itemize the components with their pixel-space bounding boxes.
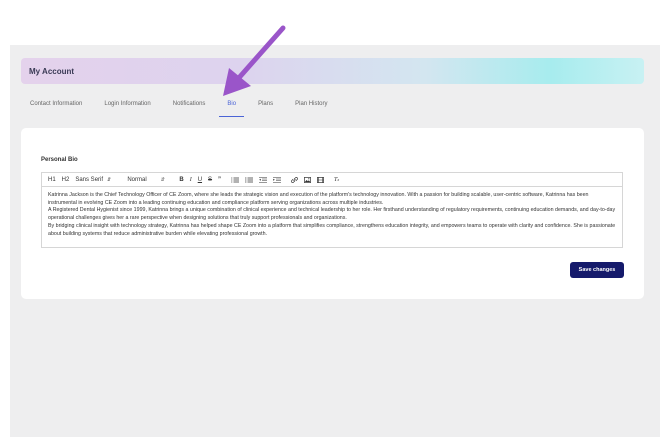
heading-1-button[interactable]: H1 <box>48 177 56 183</box>
bold-icon[interactable]: B <box>179 177 183 183</box>
bio-paragraph: A Registered Dental Hygienist since 1999… <box>48 207 616 222</box>
bullet-list-icon[interactable] <box>245 177 254 183</box>
bio-card: Personal Bio H1 H2 Sans Serif ⇵ Normal ⇵ B… <box>21 128 644 299</box>
chevron-up-down-icon: ⇵ <box>107 176 112 183</box>
indent-decrease-icon[interactable] <box>259 176 268 183</box>
account-tabs: Contact Information Login Information No… <box>30 99 349 119</box>
rich-text-editor: H1 H2 Sans Serif ⇵ Normal ⇵ B I U S ” T … <box>41 172 623 248</box>
strikethrough-icon[interactable]: S <box>208 177 212 183</box>
tab-login-information[interactable]: Login Information <box>104 99 150 117</box>
font-select[interactable]: Sans Serif ⇵ <box>75 177 127 183</box>
h1-label: H1 <box>48 176 56 183</box>
section-label: Personal Bio <box>41 157 78 163</box>
tab-plans[interactable]: Plans <box>258 99 273 117</box>
chevron-up-down-icon: ⇵ <box>160 176 165 183</box>
video-icon[interactable] <box>317 176 324 183</box>
save-changes-button[interactable]: Save changes <box>570 262 624 278</box>
h2-label: H2 <box>61 176 70 183</box>
tab-contact-information[interactable]: Contact Information <box>30 99 82 117</box>
image-icon[interactable] <box>304 176 311 183</box>
font-select-value: Sans Serif <box>75 176 104 183</box>
bio-text-area[interactable]: Katrinna Jackson is the Chief Technology… <box>42 187 622 243</box>
quote-icon[interactable]: ” <box>218 177 221 183</box>
editor-toolbar: H1 H2 Sans Serif ⇵ Normal ⇵ B I U S ” T … <box>42 173 622 187</box>
tab-bio[interactable]: Bio <box>219 99 244 117</box>
clear-format-icon[interactable]: Tx <box>334 177 339 183</box>
indent-increase-icon[interactable] <box>273 176 282 183</box>
link-icon[interactable] <box>291 176 298 183</box>
size-select[interactable]: Normal ⇵ <box>127 177 179 183</box>
page-title: My Account <box>29 66 75 76</box>
ordered-list-icon[interactable] <box>231 177 240 183</box>
underline-icon[interactable]: U <box>198 177 202 183</box>
tab-plan-history[interactable]: Plan History <box>295 99 327 117</box>
bio-paragraph: By bridging clinical insight with techno… <box>48 222 616 237</box>
heading-2-button[interactable]: H2 <box>62 177 70 183</box>
tab-notifications[interactable]: Notifications <box>173 99 206 117</box>
italic-icon[interactable]: I <box>190 177 192 183</box>
size-select-value: Normal <box>127 176 147 183</box>
account-header: My Account <box>21 58 644 84</box>
account-page: My Account Contact Information Login Inf… <box>10 45 660 437</box>
bio-paragraph: Katrinna Jackson is the Chief Technology… <box>48 192 589 206</box>
